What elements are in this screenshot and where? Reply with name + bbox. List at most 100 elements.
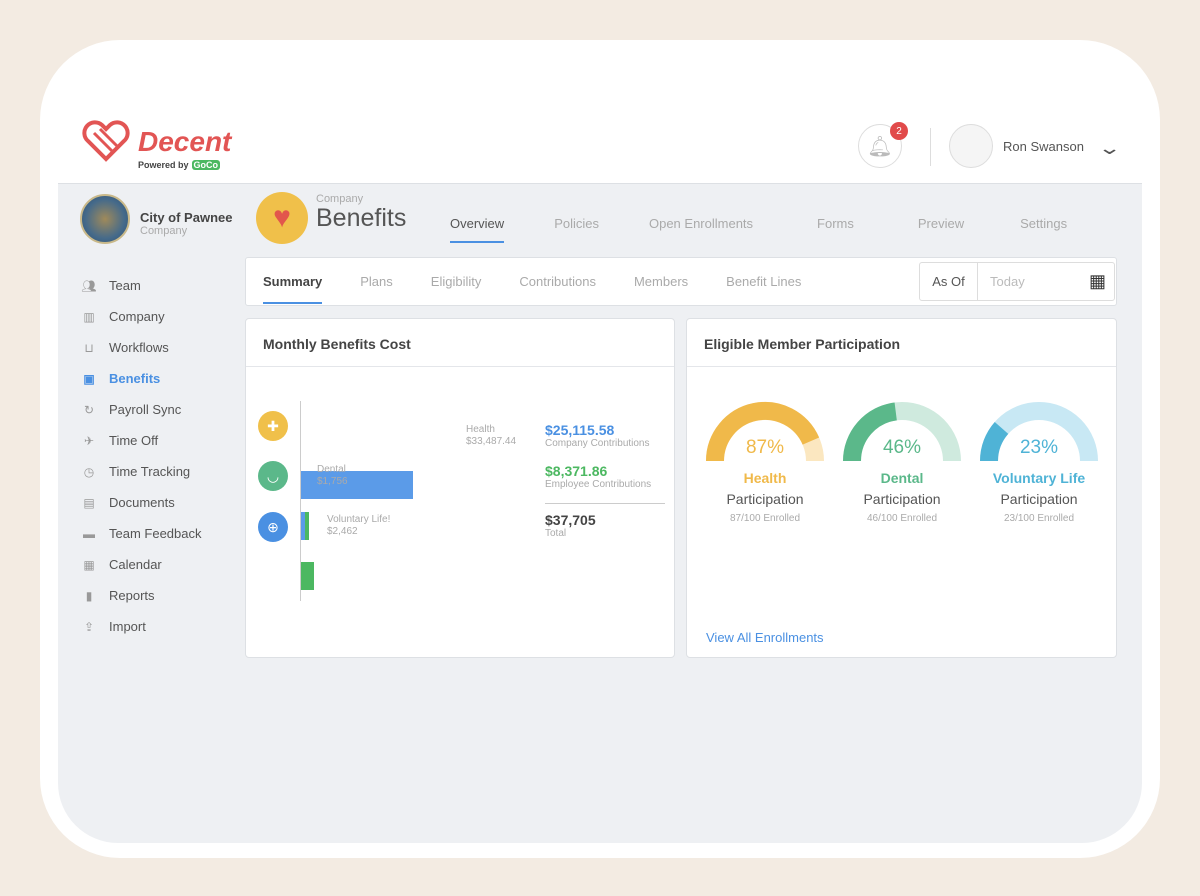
- gauge-percent: 87%: [745, 437, 785, 458]
- calendar-icon: ▦: [83, 557, 95, 572]
- sidebar-item-calendar[interactable]: ▦ Calendar: [80, 549, 202, 580]
- gauge-name: Health: [743, 470, 787, 486]
- life-ring-icon: ⊕: [258, 512, 288, 542]
- tooth-icon: ◡: [258, 461, 288, 491]
- sidebar-item-label: Reports: [109, 588, 155, 603]
- tab-overview[interactable]: Overview: [450, 216, 505, 243]
- tab-preview[interactable]: Preview: [918, 216, 964, 243]
- life-line-label: Voluntary Life! $2,462: [327, 514, 391, 537]
- date-input[interactable]: Today: [990, 274, 1025, 289]
- sidebar-item-team[interactable]: 👥︎ Team: [80, 270, 202, 301]
- sidebar-item-label: Team Feedback: [109, 526, 202, 541]
- gauge-enrolled: 87/100 Enrolled: [729, 513, 801, 524]
- gauge-enrolled: 46/100 Enrolled: [866, 513, 938, 524]
- as-of-label: As Of: [920, 263, 978, 300]
- sidebar-item-documents[interactable]: ▤ Documents: [80, 487, 202, 518]
- cost-bar-1: [301, 512, 309, 540]
- building-icon: ▥: [83, 309, 95, 324]
- gauge-label: Participation: [1000, 491, 1078, 507]
- sidebar-item-payroll-sync[interactable]: ↻ Payroll Sync: [80, 394, 202, 425]
- app-window: Decent Powered by GoCo 🔔︎ 2 Ron Swanson ⌄…: [40, 40, 1160, 858]
- subtab-bar: Summary Plans Eligibility Contributions …: [245, 257, 1117, 306]
- sidebar-item-workflows[interactable]: ⊔ Workflows: [80, 332, 202, 363]
- subtab-contributions[interactable]: Contributions: [519, 274, 596, 304]
- bell-icon: 🔔︎: [867, 135, 893, 158]
- gauge-percent: 23%: [1019, 437, 1059, 458]
- sidebar-item-label: Payroll Sync: [109, 402, 182, 417]
- upload-icon: ⇪: [83, 619, 95, 634]
- view-all-enrollments-link[interactable]: View All Enrollments: [706, 630, 824, 645]
- sidebar-item-label: Time Off: [109, 433, 159, 448]
- subtab-benefit-lines[interactable]: Benefit Lines: [726, 274, 801, 304]
- org-name: City of Pawnee: [140, 210, 233, 225]
- tab-policies[interactable]: Policies: [554, 216, 599, 243]
- sidebar-item-time-tracking[interactable]: ◷ Time Tracking: [80, 456, 202, 487]
- tab-settings[interactable]: Settings: [1020, 216, 1067, 243]
- tab-forms[interactable]: Forms: [817, 216, 854, 243]
- subtab-summary[interactable]: Summary: [263, 274, 323, 304]
- sidebar-item-benefits[interactable]: ▣ Benefits: [80, 363, 202, 394]
- user-name[interactable]: Ron Swanson: [1003, 139, 1084, 154]
- cost-bar-2: [301, 562, 315, 590]
- powered-by: Powered by GoCo: [138, 160, 221, 170]
- chevron-down-icon[interactable]: ⌄: [1097, 138, 1121, 159]
- avatar[interactable]: [949, 124, 993, 168]
- benefits-heart-icon: ♥: [256, 192, 308, 244]
- gauge-voluntary-life: 23% Voluntary Life Participation 23/100 …: [977, 399, 1101, 524]
- sidebar-item-time-off[interactable]: ✈︎ Time Off: [80, 425, 202, 456]
- participation-card: Eligible Member Participation 87% Health…: [686, 318, 1117, 658]
- gauge-name: Voluntary Life: [992, 470, 1086, 486]
- company-contributions: $25,115.58 Company Contributions: [545, 422, 650, 449]
- gauge-label: Participation: [863, 491, 941, 507]
- sidebar-item-label: Workflows: [109, 340, 169, 355]
- divider: [930, 128, 931, 166]
- tab-open-enrollments[interactable]: Open Enrollments: [649, 216, 753, 243]
- gauge-dental: 46% Dental Participation 46/100 Enrolled: [840, 399, 964, 524]
- workflow-icon: ⊔: [84, 340, 94, 355]
- sidebar-item-label: Import: [109, 619, 146, 634]
- clock-icon: ◷: [83, 464, 95, 479]
- team-icon: 👥︎: [81, 278, 97, 293]
- notification-badge: 2: [890, 122, 908, 140]
- total-cost: $37,705 Total: [545, 512, 596, 539]
- feedback-icon: ▬: [83, 526, 95, 541]
- health-line-label: Health $33,487.44: [466, 424, 517, 447]
- dental-line-label: Dental $1,756: [317, 464, 348, 487]
- gauge-name: Dental: [880, 470, 924, 486]
- monthly-cost-card: Monthly Benefits Cost ✚ ◡ ⊕ Health $33,48…: [245, 318, 675, 658]
- org-type: Company: [140, 225, 188, 237]
- benefits-icon: ▣: [83, 371, 95, 386]
- sidebar-item-label: Team: [109, 278, 141, 293]
- gauge-percent: 46%: [882, 437, 922, 458]
- sidebar: 👥︎ Team ▥ Company ⊔ Workflows ▣ Benefits ↻ Payrol…: [80, 270, 202, 642]
- sidebar-item-import[interactable]: ⇪ Import: [80, 611, 202, 642]
- plane-icon: ✈︎: [83, 433, 95, 448]
- employee-contributions: $8,371.86 Employee Contributions: [545, 463, 652, 490]
- gauge-enrolled: 23/100 Enrolled: [1003, 513, 1075, 524]
- subtab-eligibility[interactable]: Eligibility: [431, 274, 482, 304]
- subtab-members[interactable]: Members: [634, 274, 688, 304]
- decent-logo-icon: [82, 120, 130, 162]
- reports-icon: ▮: [85, 588, 93, 603]
- calendar-icon[interactable]: ▦: [1089, 271, 1106, 292]
- page-tabs: Overview Policies Open Enrollments Forms…: [450, 216, 1117, 243]
- card-title: Monthly Benefits Cost: [246, 319, 674, 367]
- document-icon: ▤: [83, 495, 95, 510]
- sidebar-item-label: Documents: [109, 495, 175, 510]
- org-seal-icon: [80, 194, 130, 244]
- sidebar-item-label: Calendar: [109, 557, 162, 572]
- subtab-plans[interactable]: Plans: [360, 274, 393, 304]
- sidebar-item-reports[interactable]: ▮ Reports: [80, 580, 202, 611]
- page-title: Benefits: [316, 204, 407, 232]
- sidebar-item-label: Company: [109, 309, 165, 324]
- sidebar-item-company[interactable]: ▥ Company: [80, 301, 202, 332]
- as-of-date-picker[interactable]: As Of Today ▦: [919, 262, 1115, 301]
- brand-name: Decent: [138, 126, 232, 157]
- card-title: Eligible Member Participation: [687, 319, 1116, 367]
- sidebar-item-label: Benefits: [109, 371, 161, 386]
- sidebar-item-team-feedback[interactable]: ▬ Team Feedback: [80, 518, 202, 549]
- medical-kit-icon: ✚: [258, 411, 288, 441]
- divider: [545, 503, 665, 504]
- sidebar-item-label: Time Tracking: [109, 464, 191, 479]
- gauge-label: Participation: [726, 491, 804, 507]
